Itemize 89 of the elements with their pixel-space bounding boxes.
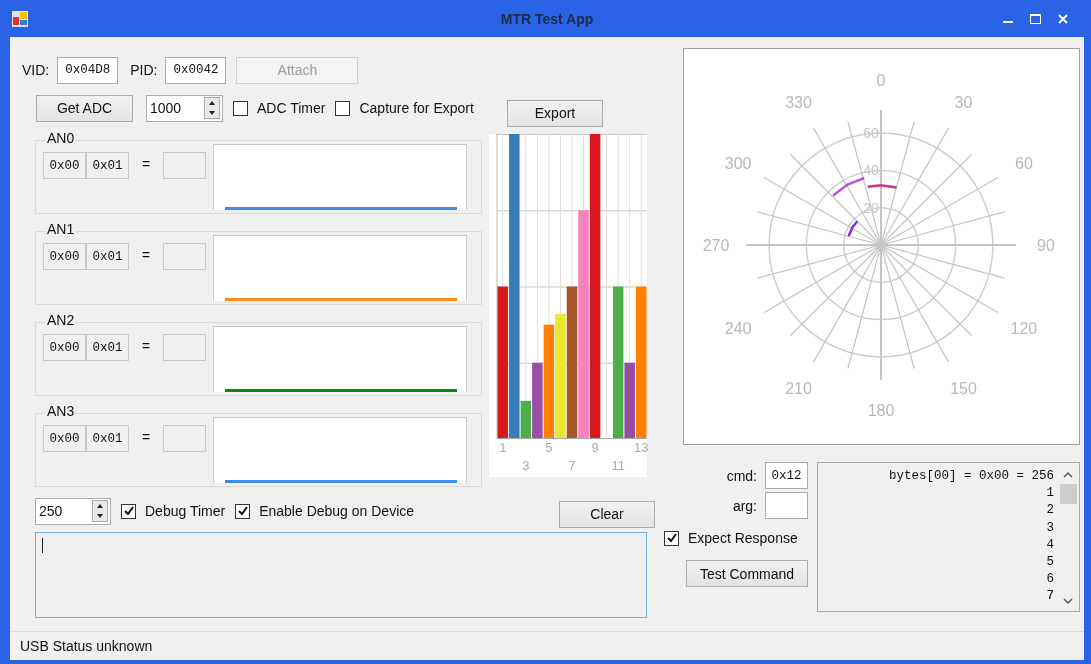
angle-label: 270 <box>702 237 730 254</box>
bytes-list[interactable]: bytes[00] = 0x00 = 256 1 2 3 4 5 6 7 <box>817 462 1080 612</box>
angle-label: 0 <box>876 72 886 89</box>
axis-label: 5 <box>545 440 553 455</box>
channel-title: AN3 <box>46 403 76 419</box>
byte-field: 0x01 <box>86 243 129 270</box>
angle-label: 240 <box>724 319 752 337</box>
text-cursor <box>42 538 43 553</box>
channel-title: AN0 <box>46 130 76 146</box>
debug-timer-label: Debug Timer <box>145 503 226 519</box>
arg-field[interactable] <box>765 492 808 519</box>
byte-field: 0x01 <box>86 152 129 179</box>
angle-label: 180 <box>867 402 895 419</box>
list-item[interactable]: 5 <box>1046 554 1054 572</box>
channel-title: AN1 <box>46 221 76 237</box>
axis-label: 13 <box>634 440 649 455</box>
expect-response-label: Expect Response <box>688 530 798 546</box>
channel-title: AN2 <box>46 312 76 328</box>
cmd-field[interactable]: 0x12 <box>765 462 808 489</box>
value-field <box>163 425 207 452</box>
maximize-icon[interactable] <box>1030 13 1041 24</box>
equals-sign: = <box>142 156 151 172</box>
capture-label: Capture for Export <box>359 100 474 116</box>
angle-label: 60 <box>1015 154 1033 172</box>
byte-field: 0x00 <box>43 243 86 270</box>
app-icon <box>12 10 28 27</box>
clear-button[interactable]: Clear <box>559 500 655 528</box>
angle-label: 300 <box>724 154 752 172</box>
equals-sign: = <box>142 338 151 354</box>
expect-response-checkbox[interactable] <box>664 530 679 546</box>
list-item[interactable]: 7 <box>1046 588 1054 606</box>
data-line <box>867 184 897 189</box>
angle-label: 30 <box>954 94 973 112</box>
window-title: MTR Test App <box>500 10 594 27</box>
list-item[interactable]: 2 <box>1046 502 1054 520</box>
enable-debug-checkbox[interactable] <box>235 503 251 519</box>
axis-label: 9 <box>591 440 599 455</box>
angle-label: 90 <box>1037 237 1055 254</box>
enable-debug-label: Enable Debug on Device <box>259 503 415 519</box>
value-field <box>163 243 207 270</box>
close-icon[interactable] <box>1058 13 1068 24</box>
get-adc-button[interactable]: Get ADC <box>36 94 133 122</box>
debug-interval-spinner[interactable]: 250 <box>35 497 111 525</box>
value-field <box>163 334 207 361</box>
angle-label: 210 <box>785 379 812 397</box>
export-button[interactable]: Export <box>507 99 603 127</box>
list-item[interactable]: 6 <box>1046 571 1054 589</box>
byte-field: 0x00 <box>43 152 86 179</box>
byte-field: 0x00 <box>43 334 86 361</box>
spinner-arrows-icon[interactable] <box>204 97 220 119</box>
data-line <box>847 220 859 237</box>
axis-label: 7 <box>568 458 576 473</box>
scroll-up-icon[interactable] <box>1063 471 1073 478</box>
equals-sign: = <box>142 429 151 445</box>
scrollbar-thumb[interactable] <box>1059 484 1077 504</box>
axis-label: 1 <box>499 440 507 455</box>
angle-label: 120 <box>1010 319 1038 337</box>
interval-spinner[interactable]: 1000 <box>146 94 223 122</box>
angle-label: 150 <box>950 379 977 397</box>
list-item[interactable]: bytes[00] = 0x00 = 256 <box>888 468 1054 486</box>
list-item[interactable]: 4 <box>1046 536 1054 554</box>
status-text: USB Status unknown <box>20 638 153 654</box>
vid-field[interactable]: 0x04D8 <box>57 56 119 84</box>
byte-field: 0x01 <box>86 334 129 361</box>
capture-checkbox[interactable] <box>335 100 351 116</box>
cmd-label: cmd: <box>726 467 757 484</box>
adc-timer-label: ADC Timer <box>257 100 326 116</box>
axis-label: 11 <box>611 458 625 473</box>
list-item[interactable]: 1 <box>1046 485 1054 503</box>
vid-label: VID: <box>22 62 50 78</box>
angle-label: 330 <box>785 94 812 112</box>
data-line <box>832 176 865 197</box>
value-field <box>163 152 207 179</box>
adc-timer-checkbox[interactable] <box>233 100 248 116</box>
scroll-down-icon[interactable] <box>1063 598 1073 605</box>
debug-timer-checkbox[interactable] <box>121 503 136 519</box>
spinner-arrows-icon[interactable] <box>92 500 108 522</box>
axis-label: 3 <box>522 458 530 473</box>
radius-label: 20 <box>863 199 879 216</box>
pid-field[interactable]: 0x0042 <box>165 56 227 84</box>
list-item[interactable]: 3 <box>1046 519 1054 537</box>
pid-label: PID: <box>130 62 158 78</box>
equals-sign: = <box>142 247 151 263</box>
radius-label: 40 <box>863 162 879 179</box>
byte-field: 0x00 <box>43 425 86 452</box>
arg-label: arg: <box>732 497 757 514</box>
byte-field: 0x01 <box>86 425 129 452</box>
radius-label: 60 <box>863 125 879 142</box>
test-command-button[interactable]: Test Command <box>686 560 808 587</box>
